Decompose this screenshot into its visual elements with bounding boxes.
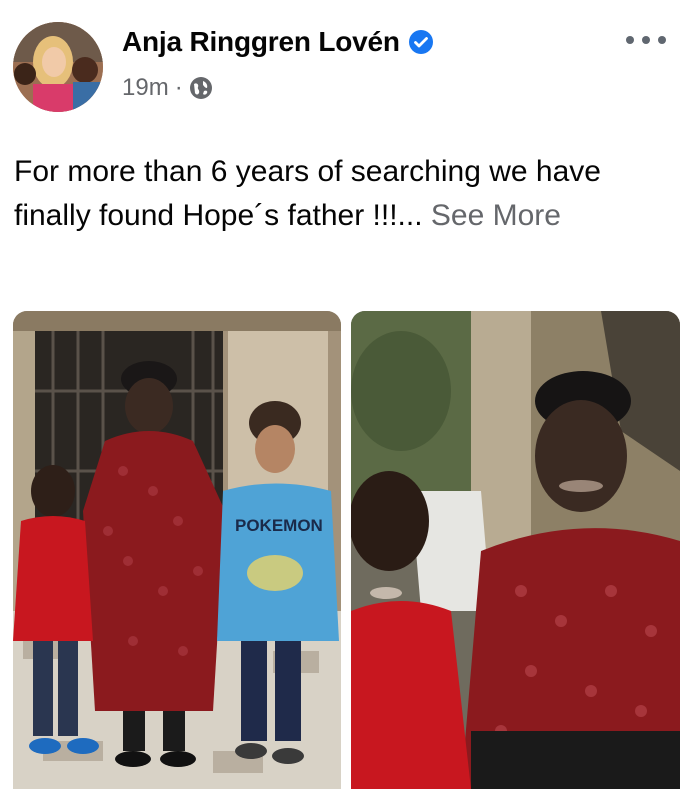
author-name[interactable]: Anja Ringgren Lovén (122, 26, 400, 58)
post-photo-2[interactable] (351, 311, 680, 789)
author-avatar[interactable] (13, 22, 103, 112)
post-text: For more than 6 years of searching we ha… (14, 150, 664, 238)
more-dot-icon (658, 36, 666, 44)
post-header: Anja Ringgren Lovén 19m · (0, 0, 688, 125)
shirt-text: POKEMON (235, 516, 323, 535)
author-name-row[interactable]: Anja Ringgren Lovén (122, 26, 434, 58)
verified-badge-icon (408, 29, 434, 55)
see-more-link[interactable]: See More (431, 199, 561, 232)
post-options-button[interactable] (626, 28, 666, 52)
globe-icon[interactable] (189, 76, 213, 100)
meta-separator: · (174, 74, 183, 101)
post-photo-1[interactable]: POKEMON (13, 311, 341, 789)
more-dot-icon (642, 36, 650, 44)
post-meta: 19m · (122, 74, 213, 102)
post-time[interactable]: 19m (122, 74, 169, 102)
more-dot-icon (626, 36, 634, 44)
